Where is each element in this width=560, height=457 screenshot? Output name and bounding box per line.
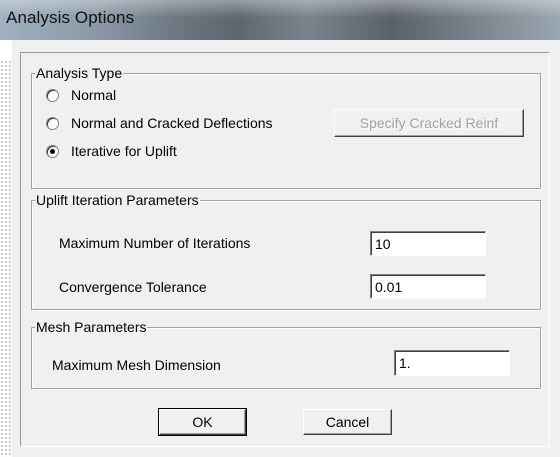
radio-iterative-uplift-label[interactable]: Iterative for Uplift [71, 143, 177, 159]
radio-option-normal[interactable]: Normal [46, 84, 116, 106]
specify-cracked-reinf-button[interactable]: Specify Cracked Reinf [334, 109, 524, 137]
background-dot-pattern [0, 60, 12, 457]
convergence-tolerance-label: Convergence Tolerance [59, 279, 207, 295]
max-iterations-field[interactable] [370, 231, 486, 256]
uplift-parameters-group: Uplift Iteration Parameters Maximum Numb… [31, 192, 541, 310]
max-iterations-label: Maximum Number of Iterations [59, 235, 251, 251]
options-panel: Analysis Type Normal Normal and Cracked … [20, 52, 550, 447]
convergence-tolerance-field[interactable] [370, 274, 486, 299]
radio-normal-cracked-icon[interactable] [46, 116, 59, 130]
radio-iterative-uplift-icon[interactable] [46, 144, 59, 158]
dialog-body: Analysis Type Normal Normal and Cracked … [12, 40, 560, 457]
mesh-parameters-group: Mesh Parameters Maximum Mesh Dimension [31, 319, 541, 389]
ok-button[interactable]: OK [158, 408, 247, 436]
analysis-type-legend: Analysis Type [35, 65, 124, 81]
mesh-parameters-legend: Mesh Parameters [35, 319, 148, 335]
cancel-button[interactable]: Cancel [303, 409, 392, 435]
window-title: Analysis Options [6, 8, 135, 27]
radio-normal-cracked-label[interactable]: Normal and Cracked Deflections [71, 115, 273, 131]
max-mesh-dimension-label: Maximum Mesh Dimension [52, 357, 221, 373]
radio-option-iterative-uplift[interactable]: Iterative for Uplift [46, 140, 177, 162]
max-mesh-dimension-field[interactable] [394, 350, 510, 376]
radio-normal-label[interactable]: Normal [71, 87, 116, 103]
radio-option-normal-cracked[interactable]: Normal and Cracked Deflections [46, 112, 273, 134]
uplift-parameters-legend: Uplift Iteration Parameters [35, 192, 200, 208]
radio-normal-icon[interactable] [46, 88, 59, 102]
analysis-type-group: Analysis Type Normal Normal and Cracked … [31, 65, 541, 189]
title-bar[interactable]: Analysis Options [0, 0, 560, 40]
